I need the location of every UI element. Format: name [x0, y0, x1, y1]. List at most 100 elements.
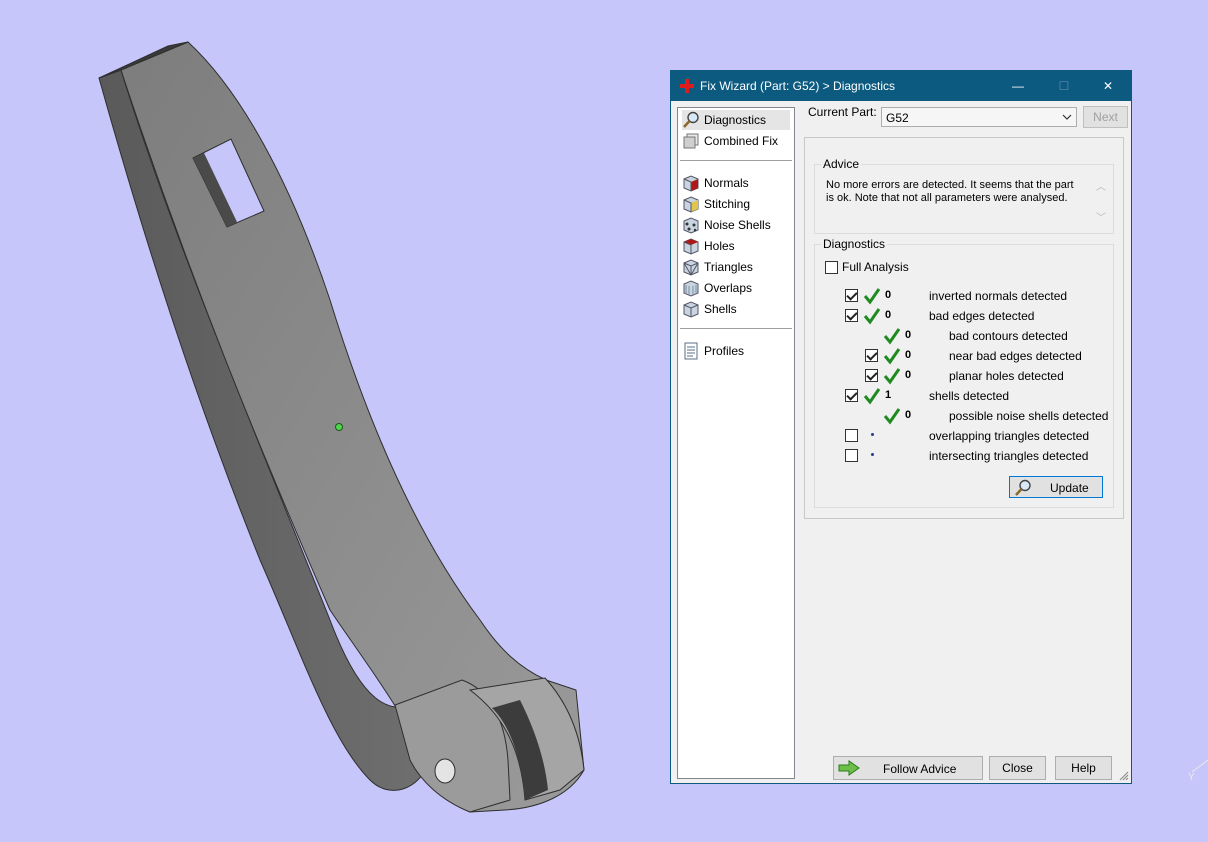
diagnostics-group: Diagnostics Full Analysis 0 inverted norm… — [814, 237, 1114, 508]
holes-cube-icon — [683, 238, 699, 255]
advice-title: Advice — [821, 157, 862, 171]
full-analysis-label: Full Analysis — [842, 260, 909, 274]
arrow-right-icon — [838, 760, 860, 776]
part-pin-hole — [434, 758, 456, 784]
sidebar-item-diagnostics[interactable]: Diagnostics — [682, 110, 790, 130]
overlaps-cube-icon — [683, 280, 699, 297]
checkbox[interactable] — [865, 369, 878, 382]
sidebar-item-noise-shells[interactable]: Noise Shells — [682, 215, 790, 235]
axis-indicator: Y — [1180, 752, 1208, 785]
sidebar-item-normals[interactable]: Normals — [682, 173, 790, 193]
chevron-down-icon — [1062, 114, 1072, 120]
sidebar-item-overlaps[interactable]: Overlaps — [682, 278, 790, 298]
checkmark-icon — [883, 408, 901, 425]
checkbox[interactable] — [825, 260, 838, 274]
diagnostic-label: possible noise shells detected — [949, 409, 1109, 423]
minimize-button[interactable]: — — [995, 71, 1041, 101]
diagnostic-count: 0 — [905, 329, 912, 341]
sidebar-divider — [680, 160, 792, 161]
sidebar-item-label: Diagnostics — [704, 113, 767, 127]
advice-group: Advice No more errors are detected. It s… — [814, 157, 1114, 234]
sidebar-item-label: Stitching — [704, 197, 751, 211]
close-button[interactable]: Close — [989, 756, 1046, 780]
checkbox[interactable] — [845, 389, 858, 402]
sidebar-item-holes[interactable]: Holes — [682, 236, 790, 256]
resize-grip-icon[interactable] — [1119, 771, 1129, 781]
sidebar-item-label: Profiles — [704, 344, 745, 358]
noise-shells-icon — [683, 217, 699, 234]
3d-viewport[interactable] — [0, 0, 660, 839]
sidebar-item-combined-fix[interactable]: Combined Fix — [682, 131, 790, 151]
current-part-select[interactable]: G52 — [881, 107, 1077, 127]
checkbox[interactable] — [845, 309, 858, 322]
wizard-sidebar: Diagnostics Combined Fix Normals Stitchi… — [677, 107, 795, 779]
fix-wizard-dialog: Fix Wizard (Part: G52) > Diagnostics — ☐… — [670, 70, 1132, 784]
diagnostic-row: intersecting triangles detected — [815, 447, 1111, 465]
sidebar-divider — [680, 328, 792, 329]
sidebar-item-label: Combined Fix — [704, 134, 779, 148]
diagnostic-row: 0 inverted normals detected — [815, 287, 1111, 305]
full-analysis-checkbox[interactable]: Full Analysis — [825, 260, 909, 274]
scroll-up-icon[interactable]: ︿ — [1096, 178, 1106, 193]
follow-advice-label: Follow Advice — [883, 762, 957, 776]
shells-cube-icon — [683, 301, 699, 318]
magnifier-icon — [1015, 479, 1031, 496]
magnifier-icon — [683, 111, 699, 128]
document-icon — [684, 342, 698, 360]
diagnostic-label: bad contours detected — [949, 329, 1068, 343]
diagnostic-count: 0 — [905, 409, 912, 421]
diagnostic-row: 0 possible noise shells detected — [815, 407, 1111, 425]
diagnostic-label: shells detected — [929, 389, 1010, 403]
diagnostics-title: Diagnostics — [821, 237, 888, 251]
checkmark-icon — [863, 388, 881, 405]
checkbox[interactable] — [845, 449, 858, 462]
diagnostic-label: overlapping triangles detected — [929, 429, 1090, 443]
sidebar-item-triangles[interactable]: Triangles — [682, 257, 790, 277]
stitching-cube-icon — [683, 196, 699, 213]
part-model — [98, 41, 585, 813]
diagnostic-row: 0 bad edges detected — [815, 307, 1111, 325]
sidebar-item-label: Holes — [704, 239, 735, 253]
close-window-button[interactable]: ✕ — [1085, 71, 1131, 101]
scroll-down-icon[interactable]: ﹀ — [1096, 209, 1106, 224]
diagnostic-label: planar holes detected — [949, 369, 1064, 383]
sidebar-item-shells[interactable]: Shells — [682, 299, 790, 319]
checkmark-icon — [863, 288, 881, 305]
diagnostic-count: 0 — [905, 349, 912, 361]
diagnostic-row: 0 near bad edges detected — [815, 347, 1111, 365]
sidebar-item-profiles[interactable]: Profiles — [682, 341, 790, 361]
diagnostic-count: 0 — [885, 309, 892, 321]
current-part-label: Current Part: — [808, 105, 877, 119]
red-cross-icon — [680, 79, 694, 93]
diagnostic-label: intersecting triangles detected — [929, 449, 1089, 463]
update-button[interactable]: Update — [1009, 476, 1103, 498]
pending-dot-icon — [871, 433, 874, 436]
diagnostic-row: overlapping triangles detected — [815, 427, 1111, 445]
diagnostic-label: inverted normals detected — [929, 289, 1068, 303]
follow-advice-button[interactable]: Follow Advice — [833, 756, 983, 780]
checkbox[interactable] — [845, 429, 858, 442]
checkbox[interactable] — [865, 349, 878, 362]
sidebar-item-label: Normals — [704, 176, 749, 190]
current-part-value: G52 — [886, 111, 909, 125]
next-button[interactable]: Next — [1083, 106, 1128, 128]
diagnostic-label: bad edges detected — [929, 309, 1035, 323]
pending-dot-icon — [871, 453, 874, 456]
sidebar-item-label: Shells — [704, 302, 737, 316]
checkmark-icon — [883, 348, 901, 365]
sidebar-item-stitching[interactable]: Stitching — [682, 194, 790, 214]
checkmark-icon — [883, 368, 901, 385]
window-title: Fix Wizard (Part: G52) > Diagnostics — [700, 79, 896, 93]
axis-y-label: Y — [1188, 772, 1195, 782]
combined-fix-icon — [683, 133, 699, 149]
diagnostic-row: 0 bad contours detected — [815, 327, 1111, 345]
title-bar[interactable]: Fix Wizard (Part: G52) > Diagnostics — ☐… — [671, 71, 1131, 101]
triangles-cube-icon — [683, 259, 699, 276]
checkbox[interactable] — [845, 289, 858, 302]
update-label: Update — [1050, 481, 1089, 495]
diagnostic-row: 1 shells detected — [815, 387, 1111, 405]
help-button[interactable]: Help — [1055, 756, 1112, 780]
diagnostic-label: near bad edges detected — [949, 349, 1082, 363]
diagnostic-count: 1 — [885, 389, 892, 401]
maximize-button[interactable]: ☐ — [1041, 71, 1087, 101]
